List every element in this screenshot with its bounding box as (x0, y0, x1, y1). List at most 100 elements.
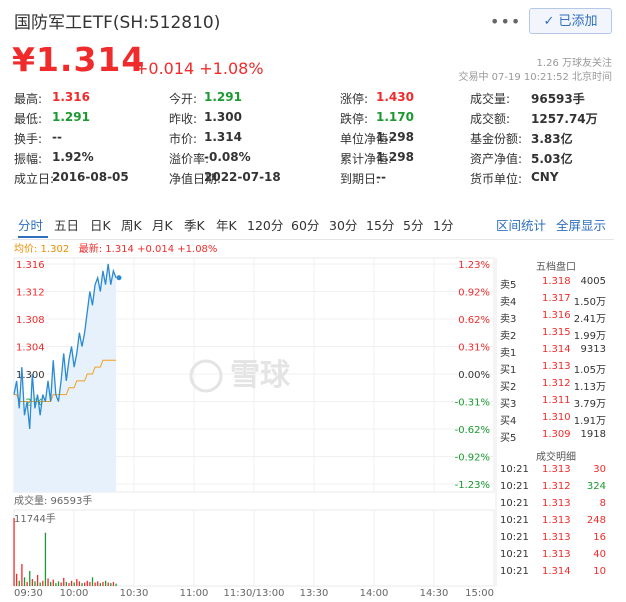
order-book-row: 买4 1.310 1.91万 (498, 410, 614, 427)
volume-bar (110, 583, 112, 586)
x-tick-label: 15:00 (465, 588, 494, 599)
volume-max-label: 11744手 (14, 512, 56, 525)
pct-tick-label: -0.31% (455, 398, 490, 409)
pct-tick-label: 0.00% (458, 370, 490, 381)
order-book-row: 买3 1.311 3.79万 (498, 393, 614, 410)
order-book-row: 卖5 1.318 4005 (498, 274, 614, 291)
volume-bar (18, 580, 20, 586)
volume-bar (34, 581, 36, 586)
trade-price: 1.314 (542, 566, 571, 577)
volume-bar (84, 582, 86, 586)
volume-bar (60, 582, 62, 586)
trade-price: 1.313 (542, 532, 571, 543)
volume-bar (13, 518, 15, 586)
volume-bar (73, 582, 75, 586)
y-tick-label: 1.316 (16, 260, 45, 271)
trade-time: 10:21 (500, 549, 529, 560)
volume-bar (94, 582, 96, 586)
pct-tick-label: 0.31% (458, 343, 490, 354)
trade-row: 10:21 1.313 30 (498, 462, 614, 479)
trade-volume: 324 (586, 481, 606, 492)
order-level-label: 卖1 (500, 348, 517, 359)
volume-bar (115, 583, 117, 586)
trade-time: 10:21 (500, 498, 529, 509)
x-tick-label: 10:00 (60, 588, 89, 599)
order-price: 1.316 (542, 310, 571, 321)
order-price: 1.317 (542, 293, 571, 304)
trade-volume: 16 (593, 532, 606, 543)
order-price: 1.314 (542, 344, 571, 355)
order-volume: 4005 (580, 276, 606, 287)
trade-time: 10:21 (500, 532, 529, 543)
x-tick-label: 11:30/13:00 (223, 588, 284, 599)
trade-price: 1.313 (542, 498, 571, 509)
pct-tick-label: 0.92% (458, 288, 490, 299)
volume-bar (23, 577, 26, 586)
order-price: 1.309 (542, 429, 571, 440)
order-book-row: 买1 1.313 1.05万 (498, 359, 614, 376)
y-tick-label: 1.312 (16, 288, 45, 299)
order-book-row: 买2 1.312 1.13万 (498, 376, 614, 393)
y-tick-label: 1.304 (16, 343, 45, 354)
x-tick-label: 11:00 (180, 588, 209, 599)
volume-bar (97, 581, 99, 586)
trade-price: 1.313 (542, 515, 571, 526)
trade-volume: 30 (593, 464, 606, 475)
volume-bar (44, 532, 47, 586)
pct-tick-label: -0.92% (455, 453, 490, 464)
order-level-label: 卖4 (500, 297, 517, 308)
order-level-label: 买2 (500, 382, 517, 393)
volume-bar (89, 581, 91, 586)
order-level-label: 买4 (500, 416, 517, 427)
order-level-label: 买5 (500, 433, 517, 444)
x-tick-label: 14:30 (420, 588, 449, 599)
trade-price: 1.313 (542, 549, 571, 560)
volume-bar (57, 581, 60, 586)
volume-bar (50, 581, 52, 586)
volume-bar (21, 563, 23, 586)
trade-volume: 40 (593, 549, 606, 560)
volume-bar (16, 573, 18, 586)
pct-tick-label: -0.62% (455, 425, 490, 436)
volume-bar (47, 578, 49, 586)
order-volume: 1.50万 (573, 297, 606, 308)
trade-row: 10:21 1.313 248 (498, 513, 614, 530)
trade-volume: 8 (599, 498, 606, 509)
order-level-label: 买3 (500, 399, 517, 410)
order-price: 1.312 (542, 378, 571, 389)
order-price: 1.318 (542, 276, 571, 287)
volume-bar (63, 577, 65, 586)
order-level-label: 卖3 (500, 314, 517, 325)
trade-row: 10:21 1.313 8 (498, 496, 614, 513)
volume-bar (91, 577, 94, 586)
order-volume: 1.91万 (573, 416, 606, 427)
trade-row: 10:21 1.314 10 (498, 564, 614, 581)
trade-time: 10:21 (500, 481, 529, 492)
x-tick-label: 14:00 (360, 588, 389, 599)
trade-price: 1.313 (542, 464, 571, 475)
pct-tick-label: 0.62% (458, 315, 490, 326)
order-book-row: 卖1 1.314 9313 (498, 342, 614, 359)
order-price: 1.313 (542, 361, 571, 372)
volume-bar (55, 583, 57, 586)
y-tick-label: 1.308 (16, 315, 45, 326)
volume-bar (68, 583, 70, 586)
volume-bar (104, 580, 107, 586)
order-volume: 2.41万 (573, 314, 606, 325)
order-book-title: 五档盘口 (536, 262, 576, 273)
volume-bar (78, 581, 81, 586)
trade-time: 10:21 (500, 515, 529, 526)
pct-tick-label: -1.23% (455, 480, 490, 491)
volume-bar (86, 580, 88, 586)
order-volume: 1.13万 (573, 382, 606, 393)
y-tick-label: 1.300 (16, 370, 45, 381)
trade-volume: 248 (586, 515, 606, 526)
volume-bar (65, 581, 68, 586)
watermark-text: 雪球 (230, 358, 291, 393)
order-volume: 1.05万 (573, 365, 606, 376)
x-tick-label: 09:30 (14, 588, 43, 599)
trade-row: 10:21 1.312 324 (498, 479, 614, 496)
volume-bar (102, 581, 104, 586)
trade-details-title: 成交明细 (536, 452, 576, 463)
order-volume: 9313 (580, 344, 606, 355)
